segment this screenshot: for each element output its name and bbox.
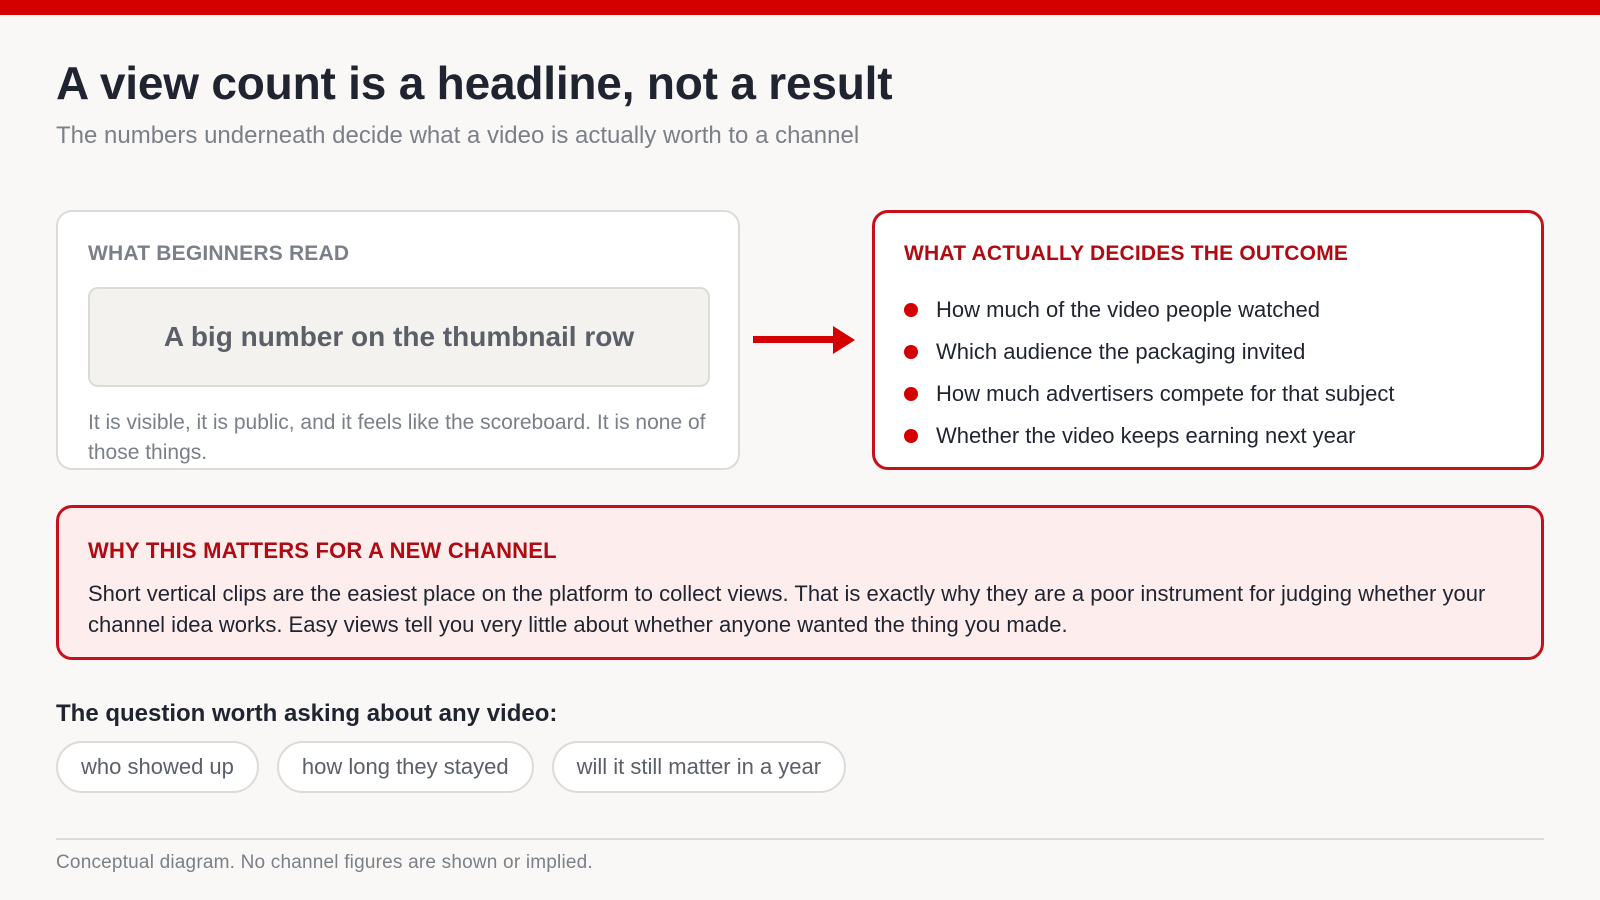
footer-divider	[56, 838, 1544, 840]
question-chips: who showed up how long they stayed will …	[56, 741, 847, 793]
page-title: A view count is a headline, not a result	[56, 57, 893, 109]
outcome-card: WHAT ACTUALLY DECIDES THE OUTCOME How mu…	[872, 210, 1544, 470]
outcome-card-heading: WHAT ACTUALLY DECIDES THE OUTCOME	[904, 242, 1349, 265]
outcome-item-label: Whether the video keeps earning next yea…	[936, 423, 1356, 448]
top-accent-bar	[0, 0, 1600, 15]
why-it-matters-box: WHY THIS MATTERS FOR A NEW CHANNEL Short…	[56, 505, 1544, 660]
beginners-card-heading: WHAT BEGINNERS READ	[88, 242, 350, 265]
page-subtitle: The numbers underneath decide what a vid…	[56, 122, 860, 149]
beginners-card: WHAT BEGINNERS READ A big number on the …	[56, 210, 740, 470]
bullet-dot-icon	[904, 345, 918, 359]
footnote: Conceptual diagram. No channel figures a…	[56, 852, 593, 873]
chip-how-long-they-stayed: how long they stayed	[276, 741, 534, 793]
outcome-item: Which audience the packaging invited	[904, 331, 1395, 373]
big-number-box: A big number on the thumbnail row	[88, 287, 710, 387]
outcome-item-label: How much of the video people watched	[936, 297, 1321, 322]
outcome-item: Whether the video keeps earning next yea…	[904, 415, 1395, 457]
chip-who-showed-up: who showed up	[56, 741, 259, 793]
bullet-dot-icon	[904, 429, 918, 443]
outcome-item: How much of the video people watched	[904, 289, 1395, 331]
why-heading: WHY THIS MATTERS FOR A NEW CHANNEL	[88, 538, 557, 563]
why-text: Short vertical clips are the easiest pla…	[88, 581, 1486, 637]
bullet-dot-icon	[904, 387, 918, 401]
arrow-right-icon	[753, 326, 855, 354]
question-label: The question worth asking about any vide…	[56, 700, 558, 727]
bullet-dot-icon	[904, 303, 918, 317]
outcome-item-label: How much advertisers compete for that su…	[936, 381, 1395, 406]
chip-still-matter-in-a-year: will it still matter in a year	[551, 741, 847, 793]
page: A view count is a headline, not a result…	[0, 0, 1600, 900]
outcome-item: How much advertisers compete for that su…	[904, 373, 1395, 415]
outcome-item-label: Which audience the packaging invited	[936, 339, 1306, 364]
outcome-list: How much of the video people watched Whi…	[904, 289, 1395, 457]
beginners-card-note: It is visible, it is public, and it feel…	[88, 411, 706, 464]
